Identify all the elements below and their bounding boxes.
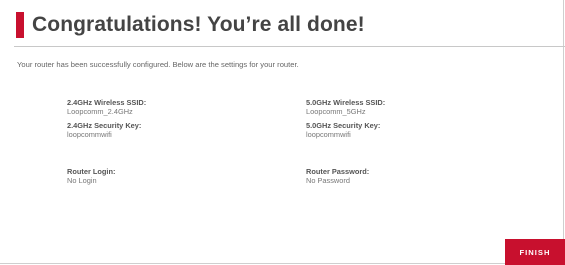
setting-ssid-5ghz: 5.0GHz Wireless SSID: Loopcomm_5GHz — [306, 98, 385, 116]
page-header: Congratulations! You’re all done! — [16, 12, 365, 38]
finish-button[interactable]: FINISH — [505, 239, 565, 265]
page-title: Congratulations! You’re all done! — [32, 13, 365, 36]
setting-value: Loopcomm_5GHz — [306, 107, 366, 116]
setting-ssid-24ghz: 2.4GHz Wireless SSID: Loopcomm_2.4GHz — [67, 98, 146, 116]
setting-router-password: Router Password: No Password — [306, 167, 369, 185]
title-accent-bar — [16, 12, 24, 38]
setting-value: No Login — [67, 176, 97, 185]
wizard-panel: Congratulations! You’re all done! Your r… — [0, 0, 565, 265]
intro-text: Your router has been successfully config… — [17, 60, 299, 69]
setting-value: No Password — [306, 176, 350, 185]
setting-key-24ghz: 2.4GHz Security Key: loopcommwifi — [67, 121, 141, 139]
setting-value: Loopcomm_2.4GHz — [67, 107, 133, 116]
setting-label: 5.0GHz Wireless SSID: — [306, 98, 386, 107]
setting-key-5ghz: 5.0GHz Security Key: loopcommwifi — [306, 121, 380, 139]
header-divider — [14, 46, 565, 47]
setting-label: Router Login: — [67, 167, 116, 176]
setting-value: loopcommwifi — [67, 130, 112, 139]
setting-label: 2.4GHz Wireless SSID: — [67, 98, 147, 107]
setting-label: Router Password: — [306, 167, 370, 176]
setting-label: 5.0GHz Security Key: — [306, 121, 381, 130]
setting-router-login: Router Login: No Login — [67, 167, 115, 185]
setting-label: 2.4GHz Security Key: — [67, 121, 142, 130]
setting-value: loopcommwifi — [306, 130, 351, 139]
